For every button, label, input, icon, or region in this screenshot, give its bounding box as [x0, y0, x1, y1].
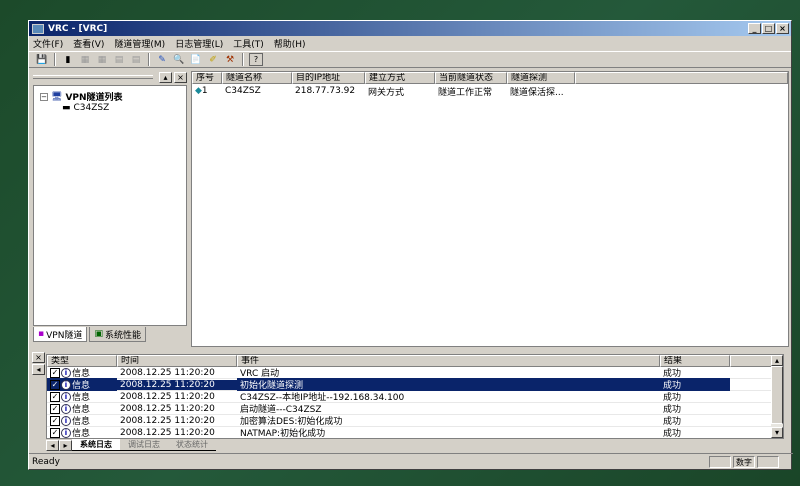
log-close-button[interactable]: ×	[32, 352, 45, 363]
info-icon: i	[61, 367, 71, 378]
menu-log[interactable]: 日志管理(L)	[175, 37, 223, 50]
tab-vpn-tunnel[interactable]: ▪ VPN隧道	[33, 327, 88, 342]
document-icon[interactable]: 📄	[189, 53, 203, 66]
menu-help[interactable]: 帮助(H)	[274, 37, 306, 50]
network2-icon[interactable]: ▦	[95, 53, 109, 66]
info-icon: i	[61, 391, 71, 402]
tools-icon[interactable]: ⚒	[223, 53, 237, 66]
network3-icon[interactable]: ▤	[112, 53, 126, 66]
tunnel-tree-panel: ▴ × − 🖥 VPN隧道列表 ▬ C34ZSZ ▪ VPN隧道 ▣ 系统性能	[33, 71, 187, 347]
save-icon[interactable]: 💾	[35, 53, 49, 66]
col-index[interactable]: 序号	[192, 72, 222, 84]
tunnel-icon: ◆	[195, 86, 202, 96]
minimize-button[interactable]: _	[748, 23, 761, 34]
col-status[interactable]: 当前隧道状态	[435, 72, 507, 84]
tab-debug-log[interactable]: 调试日志	[120, 439, 168, 451]
search-icon[interactable]: 🔍	[172, 53, 186, 66]
log-scrollbar[interactable]: ▴ ▾	[771, 355, 783, 438]
close-button[interactable]: ×	[776, 23, 789, 34]
app-icon	[32, 23, 44, 34]
panel-close-button[interactable]: ×	[174, 71, 187, 83]
tunnel-tree: − 🖥 VPN隧道列表 ▬ C34ZSZ	[33, 85, 187, 326]
network4-icon[interactable]: ▤	[129, 53, 143, 66]
checkbox[interactable]: ✓	[50, 391, 60, 402]
tunnel-icon: ▬	[62, 103, 71, 113]
tab-system-log[interactable]: 系统日志	[72, 439, 120, 451]
log-restore-button[interactable]: ◂	[32, 364, 45, 375]
menu-view[interactable]: 查看(V)	[73, 37, 104, 50]
col-mode[interactable]: 建立方式	[365, 72, 435, 84]
main-window: VRC - [VRC] _ □ × 文件(F) 查看(V) 隧道管理(M) 日志…	[28, 20, 793, 470]
window-title: VRC - [VRC]	[48, 23, 108, 34]
help-icon[interactable]: ?	[249, 53, 263, 66]
checkbox[interactable]: ✓	[50, 415, 60, 426]
status-bar: Ready 数字	[29, 453, 793, 469]
log-row[interactable]: ✓ i 信息 2008.12.25 11:20:20 NATMAP:初始化成功 成功	[47, 427, 783, 438]
info-icon: i	[61, 379, 71, 390]
maximize-button[interactable]: □	[762, 23, 775, 34]
checkbox[interactable]: ✓	[50, 427, 60, 438]
network-icon[interactable]: ▦	[78, 53, 92, 66]
menu-tools[interactable]: 工具(T)	[233, 37, 264, 50]
col-name[interactable]: 隧道名称	[222, 72, 292, 84]
computer-icon: 🖥	[51, 91, 63, 102]
panel-restore-button[interactable]: ▴	[159, 71, 172, 83]
tab-scroll-right[interactable]: ▸	[59, 439, 72, 451]
info-icon: i	[61, 415, 71, 426]
connect-icon[interactable]: ▮	[61, 53, 75, 66]
edit-icon[interactable]: ✎	[155, 53, 169, 66]
checkbox[interactable]: ✓	[50, 403, 60, 414]
table-row[interactable]: ◆1 C34ZSZ 218.77.73.92 网关方式 隧道工作正常 隧道保活探…	[192, 84, 788, 98]
col-time[interactable]: 时间	[117, 355, 237, 367]
checkbox[interactable]: ✓	[50, 367, 60, 378]
info-icon: i	[61, 427, 71, 438]
menu-file[interactable]: 文件(F)	[33, 37, 63, 50]
col-dest-ip[interactable]: 目的IP地址	[292, 72, 365, 84]
info-icon: i	[61, 403, 71, 414]
tree-root[interactable]: − 🖥 VPN隧道列表	[40, 90, 180, 103]
col-probe[interactable]: 隧道探测	[507, 72, 575, 84]
tab-system-performance[interactable]: ▣ 系统性能	[89, 327, 146, 342]
tab-status-stats[interactable]: 状态统计	[168, 439, 216, 451]
status-text: Ready	[32, 456, 60, 467]
vpn-icon: ▪	[38, 329, 45, 339]
toolbar: 💾 ▮ ▦ ▦ ▤ ▤ ✎ 🔍 📄 ✐ ⚒ ?	[29, 51, 791, 68]
title-bar: VRC - [VRC] _ □ ×	[29, 21, 791, 36]
menu-bar: 文件(F) 查看(V) 隧道管理(M) 日志管理(L) 工具(T) 帮助(H)	[29, 36, 791, 51]
tunnel-list: 序号 隧道名称 目的IP地址 建立方式 当前隧道状态 隧道探测 ◆1 C34ZS…	[191, 71, 789, 347]
chart-icon: ▣	[94, 329, 103, 339]
menu-tunnel[interactable]: 隧道管理(M)	[114, 37, 165, 50]
tree-item[interactable]: ▬ C34ZSZ	[40, 103, 180, 113]
log-table: 类型 时间 事件 结果 ✓ i 信息 2008.12.25 11:20:20 VRC…	[46, 354, 784, 439]
num-lock-indicator: 数字	[733, 455, 755, 468]
tab-scroll-left[interactable]: ◂	[46, 439, 59, 451]
checkbox[interactable]: ✓	[50, 379, 60, 390]
log-panel: × ◂ 类型 时间 事件 结果 ✓ i 信息 2008.12.25 11:20:20 …	[29, 350, 793, 454]
pencil-icon[interactable]: ✐	[206, 53, 220, 66]
